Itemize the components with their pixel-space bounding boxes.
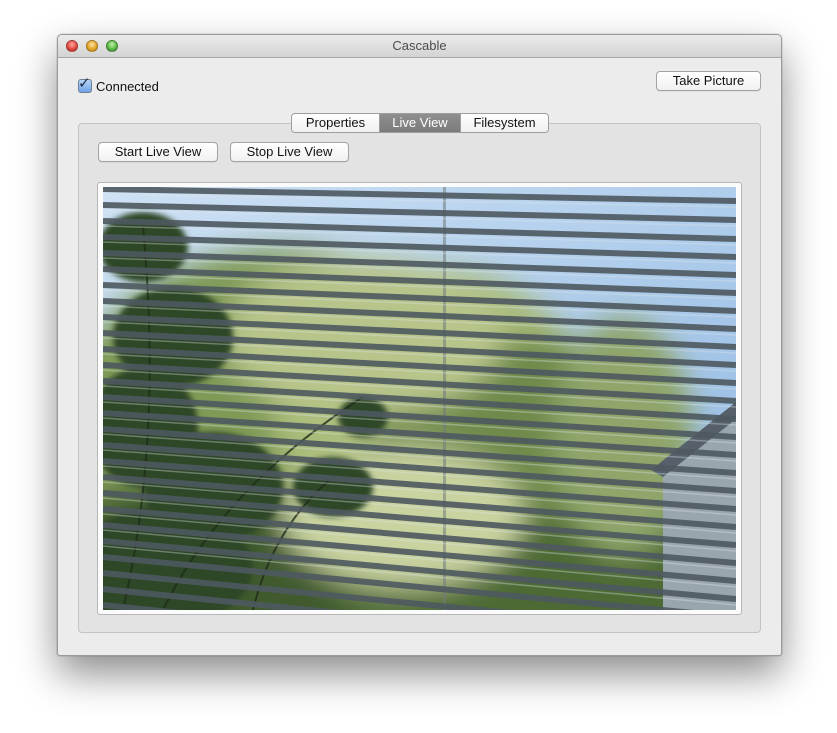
tab-properties[interactable]: Properties — [292, 114, 379, 132]
connected-label: Connected — [96, 78, 159, 94]
title-bar[interactable]: Cascable — [58, 35, 781, 58]
connected-checkbox[interactable]: ✓ — [78, 75, 92, 93]
app-window: Cascable ✓ Connected Take Picture Proper… — [57, 34, 782, 656]
stop-live-view-button[interactable]: Stop Live View — [230, 142, 349, 162]
tab-filesystem[interactable]: Filesystem — [460, 114, 548, 132]
tab-live-view[interactable]: Live View — [379, 114, 460, 132]
live-view-image — [103, 187, 736, 610]
start-live-view-button[interactable]: Start Live View — [98, 142, 218, 162]
connected-checkbox-row[interactable]: ✓ Connected — [78, 75, 159, 95]
tab-bar: Properties Live View Filesystem — [291, 113, 549, 133]
take-picture-button[interactable]: Take Picture — [656, 71, 761, 91]
checkmark-icon: ✓ — [78, 75, 91, 92]
window-title: Cascable — [392, 38, 447, 53]
